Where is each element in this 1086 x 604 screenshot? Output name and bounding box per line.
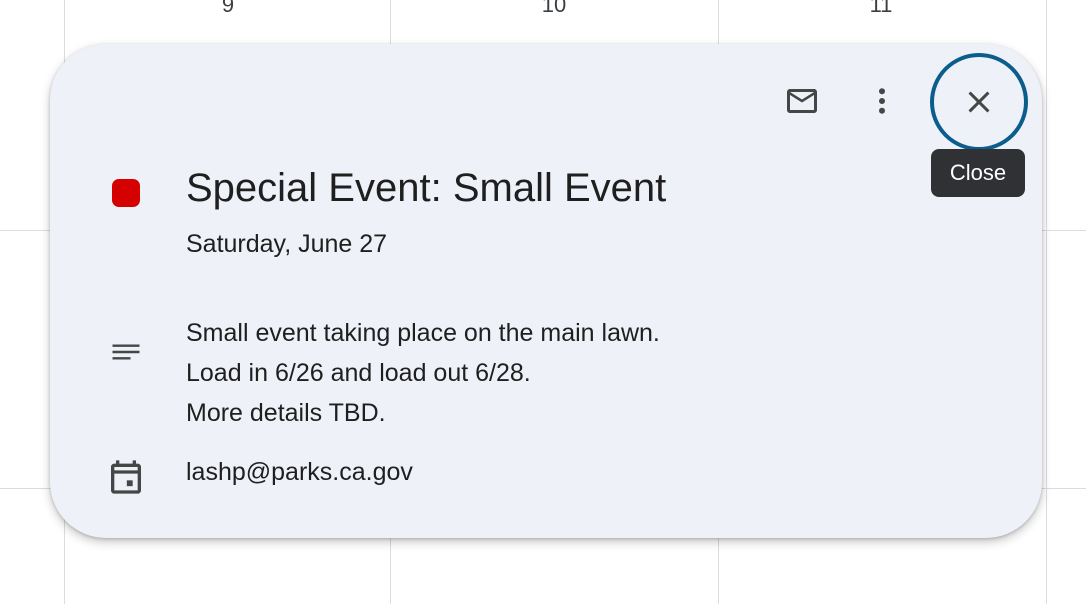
description-line: Load in 6/26 and load out 6/28. bbox=[186, 359, 531, 387]
close-tooltip: Close bbox=[931, 149, 1025, 197]
event-date: Saturday, June 27 bbox=[186, 230, 388, 258]
notes-icon bbox=[112, 344, 140, 360]
calendar-icon bbox=[111, 460, 141, 494]
mail-icon bbox=[787, 89, 817, 113]
description-line: More details TBD. bbox=[186, 399, 386, 427]
event-title: Special Event: Small Event bbox=[186, 166, 667, 210]
email-guests-button[interactable] bbox=[778, 77, 826, 125]
close-icon bbox=[968, 91, 990, 113]
day-number[interactable]: 11 bbox=[851, 0, 911, 18]
more-options-button[interactable] bbox=[858, 77, 906, 125]
close-button[interactable] bbox=[930, 53, 1028, 151]
event-color-indicator bbox=[112, 179, 140, 207]
day-number[interactable]: 9 bbox=[198, 0, 258, 18]
grid-line bbox=[1046, 0, 1047, 604]
day-number[interactable]: 10 bbox=[524, 0, 584, 18]
description-line: Small event taking place on the main law… bbox=[186, 319, 660, 347]
calendar-owner: lashp@parks.ca.gov bbox=[186, 458, 413, 486]
more-vert-icon bbox=[879, 88, 885, 114]
event-description: Small event taking place on the main law… bbox=[186, 313, 660, 433]
